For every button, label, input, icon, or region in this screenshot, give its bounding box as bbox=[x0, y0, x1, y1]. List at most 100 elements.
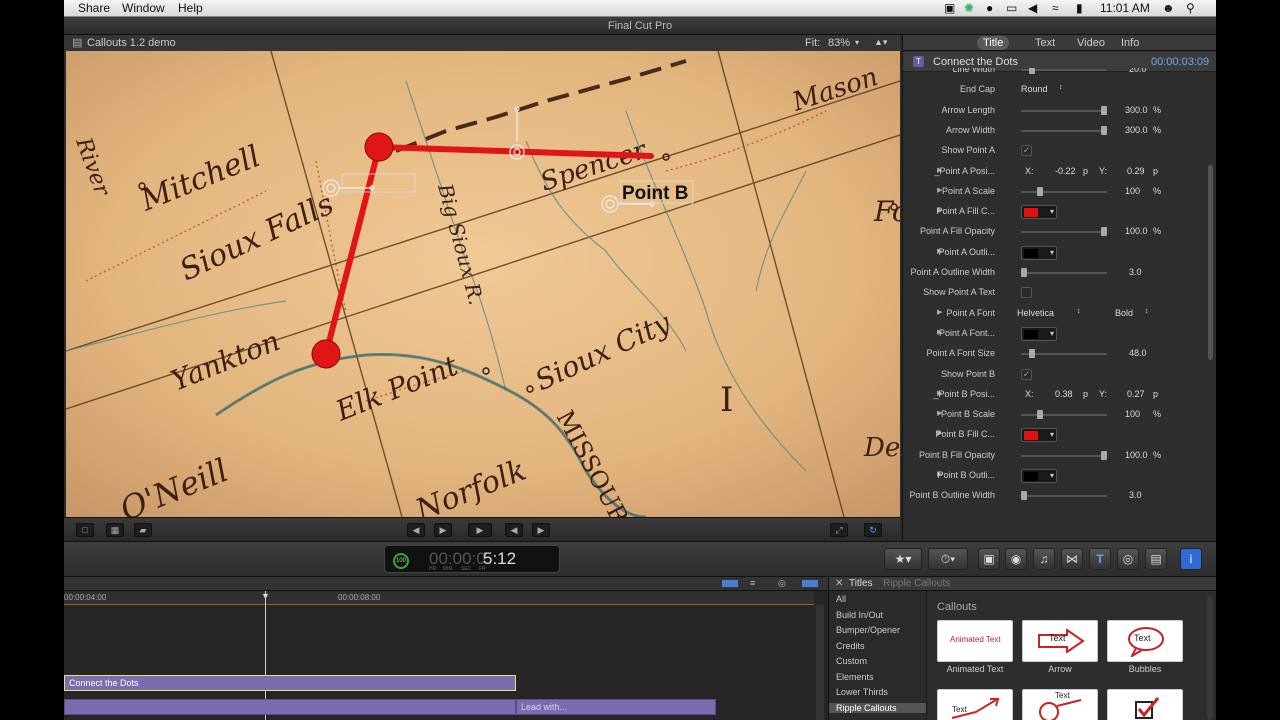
param-value[interactable]: 300.0 bbox=[1125, 105, 1148, 115]
clip-connect-the-dots[interactable]: Connect the Dots bbox=[64, 675, 516, 691]
timeline-ruler[interactable]: 00:00:04:00 00:00:08:00 bbox=[64, 591, 814, 605]
play-button[interactable]: ▶ bbox=[468, 523, 492, 537]
dashboard-timecode[interactable]: 100 00:00:0 5:12 HR MIN SEC FR bbox=[384, 545, 560, 573]
param-slider[interactable] bbox=[1021, 125, 1107, 135]
category-item[interactable]: Elements bbox=[836, 672, 874, 682]
fullscreen-icon[interactable]: ⤢ bbox=[830, 523, 848, 537]
param-slider[interactable] bbox=[1021, 349, 1107, 359]
param-slider[interactable] bbox=[1021, 186, 1107, 196]
slider-knob[interactable] bbox=[1029, 349, 1035, 359]
param-font[interactable]: Helvetica bbox=[1017, 308, 1054, 318]
param-slider[interactable] bbox=[1021, 268, 1107, 277]
media-browser-icon[interactable]: ▣ bbox=[978, 548, 1000, 570]
view-options-icon[interactable]: ▲▾ bbox=[874, 37, 887, 48]
color-well[interactable]: ▾ bbox=[1021, 245, 1057, 260]
thumb-row2-2[interactable]: Text bbox=[1022, 689, 1098, 720]
zoom-chevron-icon[interactable]: ▾ bbox=[855, 38, 859, 47]
step-forward-button[interactable]: ▶ bbox=[434, 523, 452, 537]
tab-video[interactable]: Video bbox=[1071, 36, 1111, 50]
playhead-marker-icon[interactable]: ▼ bbox=[261, 591, 270, 601]
slider-knob[interactable] bbox=[1037, 186, 1043, 196]
sync-icon[interactable]: ✺ bbox=[964, 1, 974, 15]
distort-tool-icon[interactable]: ▰ bbox=[134, 523, 152, 537]
param-slider[interactable] bbox=[1021, 450, 1107, 460]
magic-wand-icon[interactable]: ★▾ bbox=[884, 548, 922, 570]
snapping-icon[interactable]: ◎ bbox=[778, 578, 786, 589]
inspector-toggle-icon[interactable]: i bbox=[1180, 548, 1202, 570]
slider-knob[interactable] bbox=[1101, 450, 1107, 460]
style-stepper-icon[interactable]: ↕ bbox=[1145, 308, 1149, 315]
param-value[interactable]: 20.0 bbox=[1129, 68, 1147, 74]
font-stepper-icon[interactable]: ↕ bbox=[1077, 308, 1081, 315]
display-icon[interactable]: ▭ bbox=[1006, 1, 1017, 15]
menu-help[interactable]: Help bbox=[178, 1, 203, 15]
color-well[interactable]: ▾ bbox=[1021, 428, 1057, 443]
thumb-arrow[interactable]: Text bbox=[1022, 620, 1098, 662]
param-y-value[interactable]: 0.27 bbox=[1127, 389, 1145, 399]
clip-appearance-icon[interactable] bbox=[722, 580, 738, 587]
param-slider[interactable] bbox=[1021, 410, 1107, 420]
param-checkbox[interactable]: ✓ bbox=[1021, 368, 1032, 380]
category-item[interactable]: Lower Thirds bbox=[836, 687, 888, 697]
param-value[interactable]: 300.0 bbox=[1125, 125, 1148, 135]
chevron-down-icon[interactable]: ▾ bbox=[1050, 471, 1054, 480]
color-well[interactable]: ▾ bbox=[1021, 205, 1057, 220]
param-checkbox[interactable]: ✓ bbox=[1021, 145, 1032, 157]
param-x-value[interactable]: 0.38 bbox=[1055, 389, 1073, 399]
param-popup[interactable]: Round bbox=[1021, 84, 1048, 94]
photos-icon[interactable]: ◉ bbox=[1005, 548, 1027, 570]
param-value[interactable]: 100 bbox=[1125, 186, 1140, 196]
camera-icon[interactable]: ▣ bbox=[944, 1, 955, 15]
tab-text[interactable]: Text bbox=[1029, 36, 1061, 50]
slider-knob[interactable] bbox=[1037, 410, 1043, 420]
zoom-popup[interactable]: 83% bbox=[828, 37, 850, 49]
popup-stepper-icon[interactable]: ↕ bbox=[1059, 84, 1063, 91]
thumb-row2-3[interactable] bbox=[1107, 689, 1183, 720]
color-well[interactable]: ▾ bbox=[1021, 326, 1057, 341]
menu-clock[interactable]: 11:01 AM bbox=[1100, 1, 1150, 15]
go-to-end-button[interactable]: ▶ bbox=[532, 523, 550, 537]
param-y-value[interactable]: 0.29 bbox=[1127, 166, 1145, 176]
slider-knob[interactable] bbox=[1029, 68, 1035, 74]
skimming-icon[interactable] bbox=[802, 580, 818, 587]
param-slider[interactable] bbox=[1021, 491, 1107, 501]
record-icon[interactable]: ● bbox=[986, 1, 993, 15]
timeline-scrollbar[interactable] bbox=[816, 605, 824, 720]
audio-waveform-icon[interactable]: ≡ bbox=[750, 578, 755, 588]
spotlight-search-icon[interactable]: ⚲ bbox=[1186, 1, 1195, 15]
chevron-down-icon[interactable]: ▾ bbox=[1050, 329, 1054, 338]
thumb-row2-1[interactable]: Text bbox=[937, 689, 1013, 720]
thumb-animated-text[interactable]: Animated Text bbox=[937, 620, 1013, 662]
transform-tool-icon[interactable]: □ bbox=[76, 523, 94, 537]
category-item[interactable]: Bumper/Opener bbox=[836, 625, 900, 635]
browser-scrollbar[interactable] bbox=[1207, 597, 1213, 720]
slider-knob[interactable] bbox=[1021, 491, 1027, 501]
tab-title[interactable]: Title bbox=[977, 36, 1010, 50]
category-item[interactable]: Ripple Callouts bbox=[829, 702, 926, 713]
timeline[interactable]: ≡ ◎ 00:00:04:00 00:00:08:00 ▼ Connect th… bbox=[64, 577, 828, 720]
thumb-bubbles[interactable]: Text bbox=[1107, 620, 1183, 662]
slider-knob[interactable] bbox=[1021, 268, 1027, 277]
retime-icon[interactable]: ⏱▾ bbox=[928, 548, 968, 570]
clip-lead-with[interactable]: Lead with... bbox=[516, 699, 716, 715]
disclosure-triangle-icon[interactable]: ▶ bbox=[937, 308, 942, 316]
viewer-canvas[interactable]: Mitchell Sioux Falls Spencer Mason Yankt… bbox=[66, 51, 900, 517]
user-icon[interactable]: ☻ bbox=[1162, 1, 1175, 15]
param-slider[interactable] bbox=[1021, 227, 1107, 237]
param-value[interactable]: 3.0 bbox=[1129, 490, 1142, 500]
tab-info[interactable]: Info bbox=[1115, 36, 1145, 50]
music-icon[interactable]: ♫ bbox=[1033, 548, 1055, 570]
category-item[interactable]: Custom bbox=[836, 656, 867, 666]
slider-knob[interactable] bbox=[1101, 105, 1107, 115]
menu-share[interactable]: Share bbox=[78, 1, 110, 15]
chevron-down-icon[interactable]: ▾ bbox=[1050, 430, 1054, 439]
inspector-scrollbar[interactable] bbox=[1208, 165, 1213, 360]
category-item[interactable]: Build In/Out bbox=[836, 610, 883, 620]
color-well[interactable]: ▾ bbox=[1021, 469, 1057, 483]
param-value[interactable]: 100.0 bbox=[1125, 450, 1148, 460]
battery-icon[interactable]: ▮ bbox=[1076, 1, 1083, 15]
param-font-style[interactable]: Bold bbox=[1115, 308, 1133, 318]
param-value[interactable]: 100.0 bbox=[1125, 226, 1148, 236]
param-value[interactable]: 48.0 bbox=[1129, 348, 1147, 358]
loop-icon[interactable]: ↻ bbox=[864, 523, 882, 537]
